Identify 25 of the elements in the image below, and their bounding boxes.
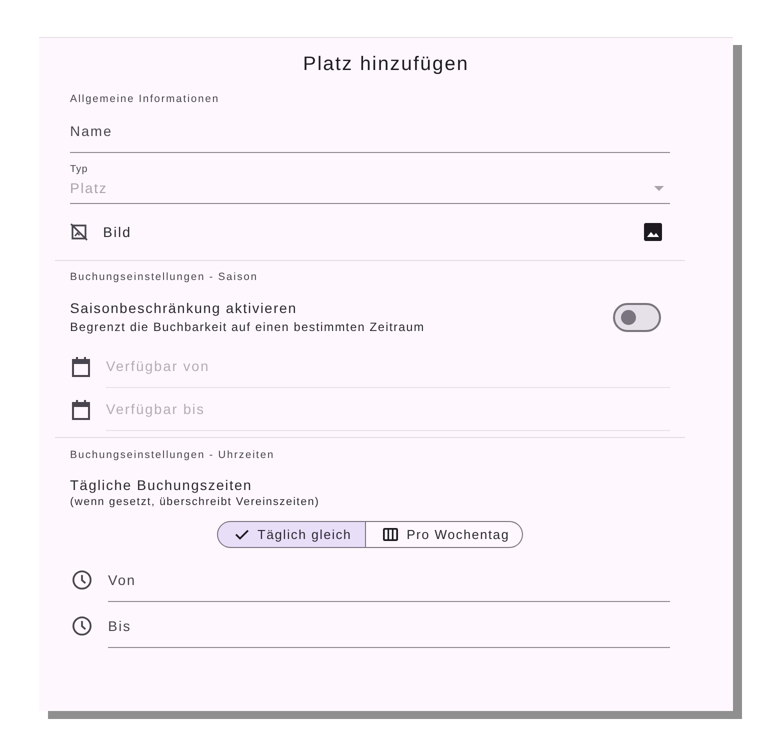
clock-icon bbox=[72, 570, 92, 590]
clock-icon bbox=[72, 616, 92, 636]
calendar-icon bbox=[72, 400, 90, 420]
setting-description: (wenn gesetzt, überschreibt Vereinszeiten) bbox=[70, 495, 320, 509]
dropdown-caret-icon bbox=[654, 186, 664, 190]
setting-title: Saisonbeschränkung aktivieren bbox=[70, 299, 298, 318]
section-heading: Buchungseinstellungen - Saison bbox=[70, 270, 258, 284]
text-field[interactable]: Name bbox=[70, 112, 670, 153]
check-icon bbox=[234, 529, 249, 540]
setting-title: Tägliche Buchungszeiten bbox=[70, 476, 254, 495]
section-heading: Allgemeine Informationen bbox=[70, 92, 220, 106]
image-off-icon bbox=[70, 223, 88, 241]
time-field[interactable]: Von bbox=[108, 559, 670, 602]
image-icon[interactable] bbox=[644, 223, 662, 241]
segment-button[interactable]: Pro Wochentag bbox=[366, 521, 524, 548]
columns-icon bbox=[382, 528, 398, 541]
time-field[interactable]: Bis bbox=[108, 605, 670, 648]
image-label: Bild bbox=[103, 224, 132, 240]
toggle-switch[interactable] bbox=[613, 302, 661, 332]
dropdown-field[interactable]: Typ Platz bbox=[70, 160, 670, 204]
setting-description: Begrenzt die Buchbarkeit auf einen bestimmten Zeitraum bbox=[70, 319, 425, 336]
section-heading: Buchungseinstellungen - Uhrzeiten bbox=[70, 448, 274, 462]
dialog-title: Platz hinzufügen bbox=[302, 52, 470, 76]
calendar-icon bbox=[72, 357, 90, 377]
segment-button[interactable]: Täglich gleich bbox=[216, 521, 366, 548]
